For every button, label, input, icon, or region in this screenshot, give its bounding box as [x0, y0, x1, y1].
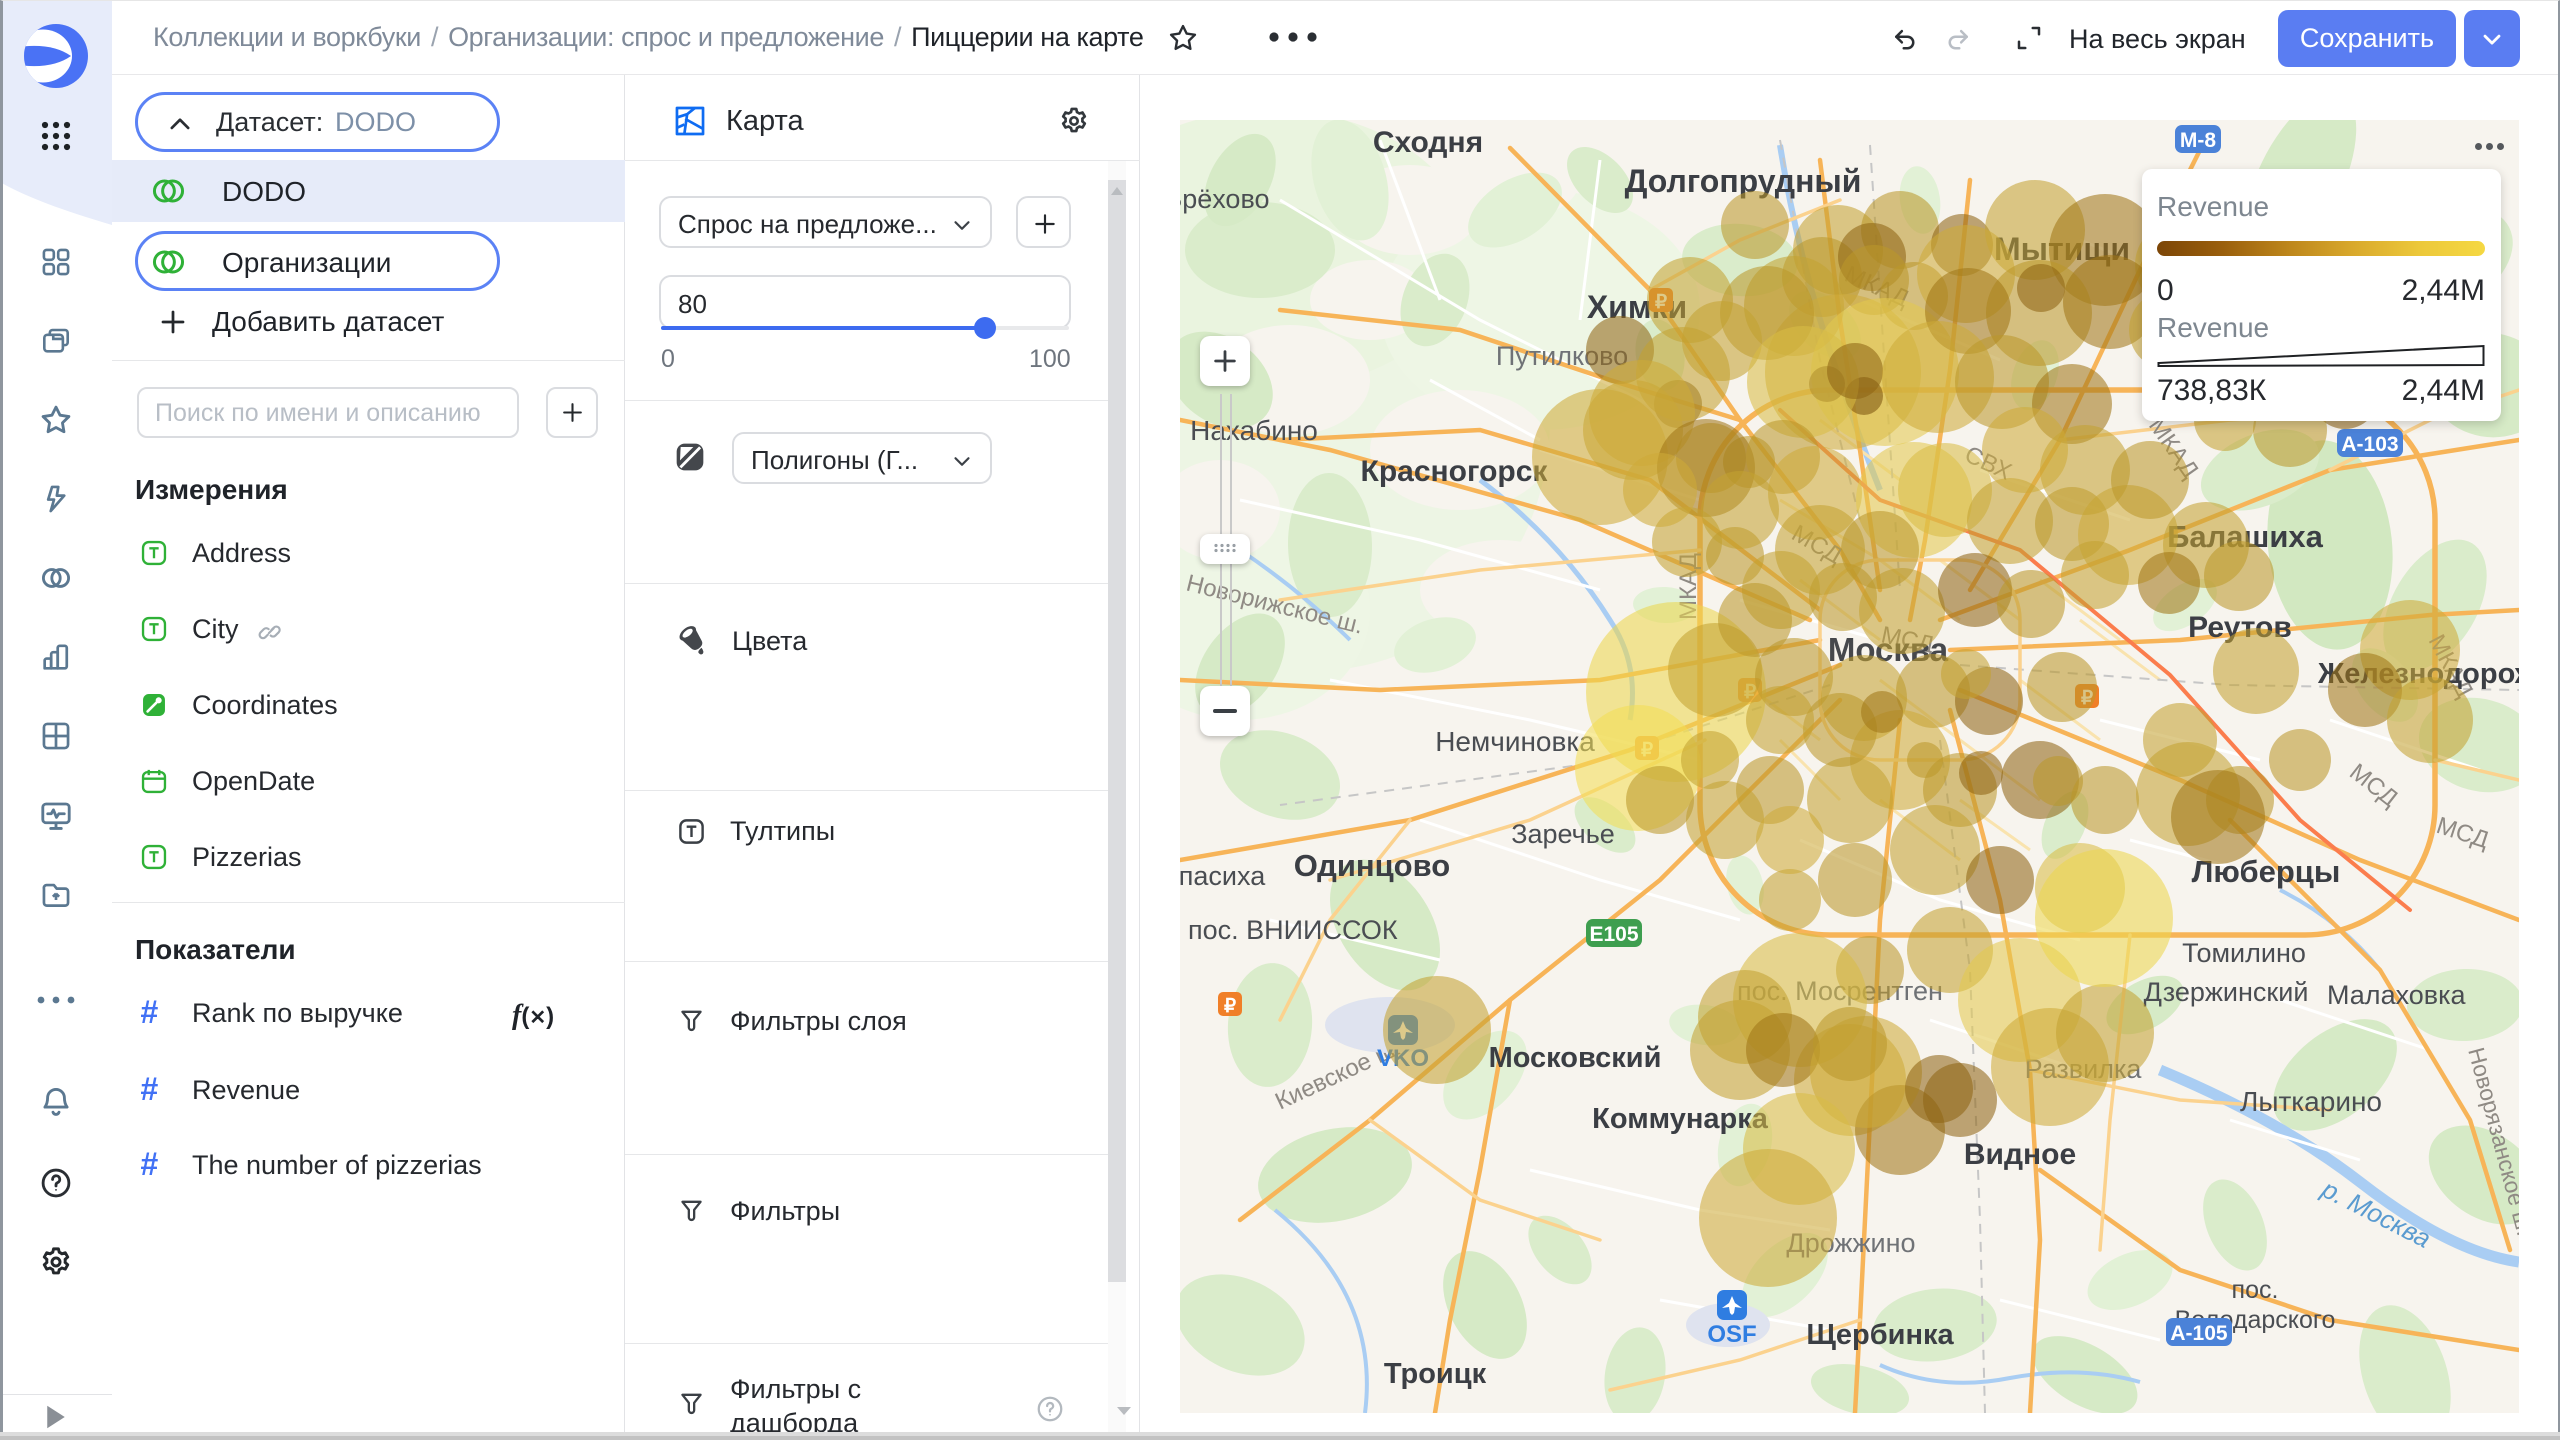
svg-text:Брёхово: Брёхово	[1180, 184, 1270, 214]
svg-text:Заречье: Заречье	[1511, 819, 1615, 849]
svg-text:Красногорск: Красногорск	[1361, 455, 1549, 488]
svg-text:А-103: А-103	[2341, 433, 2398, 456]
svg-text:М-8: М-8	[2180, 129, 2216, 152]
svg-text:Одинцово: Одинцово	[1294, 848, 1450, 883]
svg-text:Коммунарка: Коммунарка	[1592, 1103, 1769, 1135]
svg-text:Томилино: Томилино	[2182, 938, 2306, 968]
svg-text:пос. ВНИИССОК: пос. ВНИИССОК	[1188, 915, 1398, 945]
svg-text:Сходня: Сходня	[1373, 126, 1483, 159]
svg-text:Нахабино: Нахабино	[1190, 415, 1318, 446]
svg-text:Немчиновка: Немчиновка	[1435, 726, 1595, 757]
svg-text:₽: ₽	[1224, 996, 1236, 1017]
svg-text:пасиха: пасиха	[1180, 861, 1266, 891]
svg-text:Московский: Московский	[1489, 1042, 1662, 1074]
svg-text:Троицк: Троицк	[1384, 1358, 1487, 1390]
svg-text:пос.: пос.	[2232, 1276, 2279, 1304]
svg-text:Щербинка: Щербинка	[1806, 1319, 1954, 1351]
svg-text:Е105: Е105	[1589, 923, 1638, 946]
svg-text:OSF: OSF	[1707, 1321, 1756, 1348]
svg-text:Малаховка: Малаховка	[2327, 980, 2467, 1010]
svg-text:Лыткарино: Лыткарино	[2240, 1086, 2382, 1117]
svg-text:Дзержинский: Дзержинский	[2144, 977, 2309, 1007]
svg-text:Видное: Видное	[1964, 1138, 2076, 1171]
svg-text:А-105: А-105	[2170, 1322, 2228, 1345]
